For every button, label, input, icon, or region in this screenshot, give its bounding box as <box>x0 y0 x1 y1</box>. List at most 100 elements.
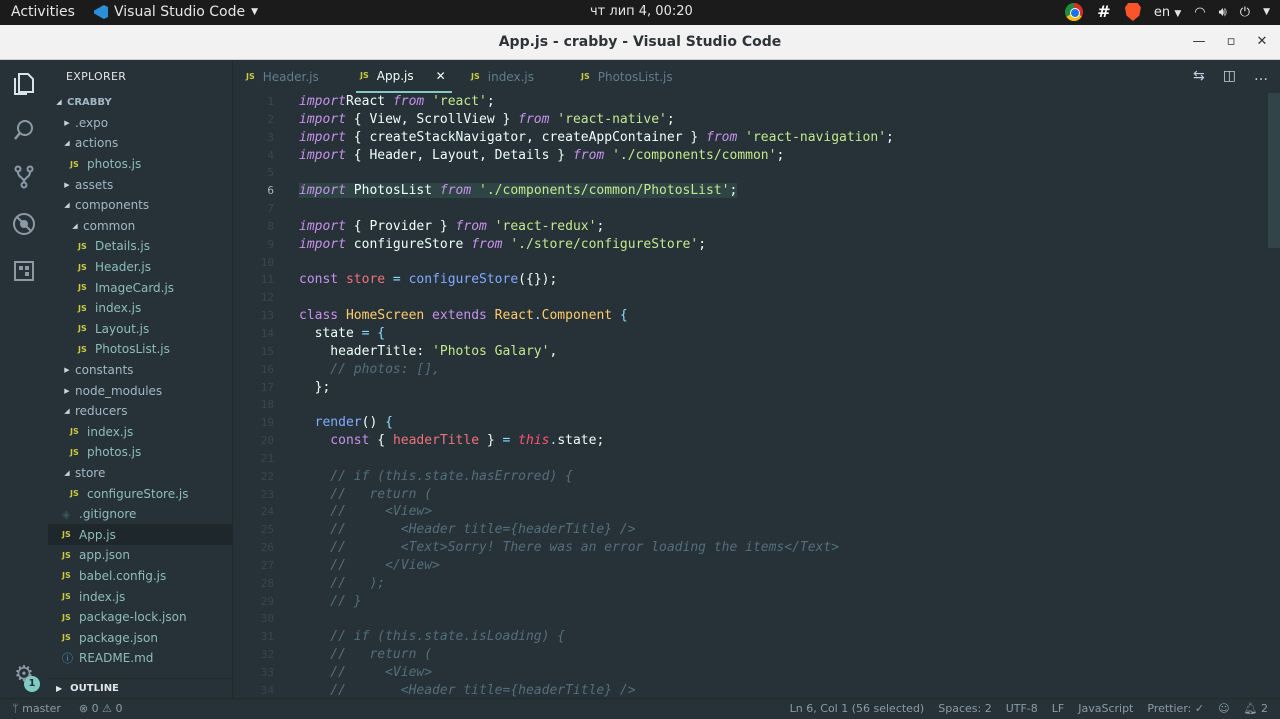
tree-item[interactable]: JS photos.js <box>48 154 233 175</box>
tree-item[interactable]: JS package-lock.json <box>48 607 233 628</box>
tree-item[interactable]: ▶ assets <box>48 174 233 195</box>
tree-item[interactable]: JS configureStore.js <box>48 483 233 504</box>
code-line[interactable]: headerTitle: 'Photos Galary', <box>299 343 1264 361</box>
tree-item[interactable]: ▶ node_modules <box>48 380 233 401</box>
tree-item[interactable]: ◢ CRABBY <box>48 92 233 113</box>
volume-icon[interactable]: 🔊︎ <box>1219 5 1227 20</box>
app-menu[interactable]: Visual Studio Code ▼ <box>94 4 258 20</box>
code-line[interactable]: const { headerTitle } = this.state; <box>299 432 1264 450</box>
code-line[interactable] <box>299 450 1264 468</box>
tree-item[interactable]: JS ImageCard.js <box>48 277 233 298</box>
tab-index-js[interactable]: JS index.js <box>471 60 534 93</box>
code-line[interactable]: import { Provider } from 'react-redux'; <box>299 218 1264 236</box>
clock[interactable]: чт лип 4, 00:20 <box>590 4 693 19</box>
tree-item[interactable]: JS Layout.js <box>48 319 233 340</box>
code-line[interactable]: // if (this.state.hasErrored) { <box>299 468 1264 486</box>
code-line[interactable]: import PhotosList from './components/com… <box>299 182 1264 200</box>
code-line[interactable]: import { createStackNavigator, createApp… <box>299 129 1264 147</box>
tree-item[interactable]: ◢ store <box>48 463 233 484</box>
code-line[interactable]: import { View, ScrollView } from 'react-… <box>299 111 1264 129</box>
cursor-position[interactable]: Ln 6, Col 1 (56 selected) <box>790 702 925 715</box>
code-line[interactable] <box>299 200 1264 218</box>
tree-item[interactable]: ⓘ README.md <box>48 648 233 669</box>
tree-item[interactable]: JS App.js <box>48 524 233 546</box>
code-content[interactable]: importReact from 'react'; import { View, … <box>299 93 1264 698</box>
split-editor-icon[interactable]: ◫ <box>1223 68 1236 84</box>
settings-gear-icon[interactable]: ⚙ 1 <box>0 650 48 698</box>
explorer-icon[interactable] <box>0 60 48 108</box>
power-icon[interactable]: ⏻ <box>1240 5 1250 20</box>
code-line[interactable]: // <Text>Sorry! There was an error loadi… <box>299 539 1264 557</box>
tab-header-js[interactable]: JS Header.js <box>246 60 319 93</box>
code-line[interactable] <box>299 610 1264 628</box>
code-line[interactable]: import { Header, Layout, Details } from … <box>299 147 1264 165</box>
tree-item[interactable]: JS babel.config.js <box>48 566 233 587</box>
tree-item[interactable]: JS PhotosList.js <box>48 339 233 360</box>
code-line[interactable]: render() { <box>299 414 1264 432</box>
tab-app-js[interactable]: JS App.js ✕ <box>356 60 452 93</box>
close-window-button[interactable]: ✕ <box>1253 33 1271 51</box>
code-line[interactable]: // </View> <box>299 557 1264 575</box>
brave-icon[interactable] <box>1124 3 1141 21</box>
problems-indicator[interactable]: ⊗ 0 ⚠ 0 <box>79 702 123 715</box>
tree-item[interactable]: JS Header.js <box>48 257 233 278</box>
compare-changes-icon[interactable]: ⇆ <box>1193 68 1205 84</box>
tree-item[interactable]: ◈ .gitignore <box>48 504 233 525</box>
code-line[interactable]: const store = configureStore({}); <box>299 271 1264 289</box>
chrome-icon[interactable] <box>1064 3 1083 21</box>
search-icon[interactable] <box>0 106 48 154</box>
code-line[interactable]: }; <box>299 379 1264 397</box>
code-line[interactable]: import configureStore from './store/conf… <box>299 236 1264 254</box>
extensions-icon[interactable] <box>0 247 48 295</box>
end-of-line[interactable]: LF <box>1052 702 1064 715</box>
activities-button[interactable]: Activities <box>11 4 75 20</box>
language-indicator[interactable]: en ▼ <box>1154 5 1181 20</box>
tree-item[interactable]: JS index.js <box>48 422 233 443</box>
code-line[interactable]: // return ( <box>299 486 1264 504</box>
code-line[interactable]: // return ( <box>299 646 1264 664</box>
code-line[interactable]: // <View> <box>299 664 1264 682</box>
tree-item[interactable]: ◢ actions <box>48 133 233 154</box>
tree-item[interactable]: JS index.js <box>48 298 233 319</box>
code-line[interactable]: // if (this.state.isLoading) { <box>299 628 1264 646</box>
outline-section[interactable]: ▶ OUTLINE <box>48 678 233 698</box>
code-editor[interactable]: 1 2 3 4 5 6 7 8 9 10 11 12 13 14 15 16 17 18 19 20 21 22 23 24 2… <box>234 93 1280 698</box>
prettier-status[interactable]: Prettier: ✓ <box>1147 702 1204 715</box>
chevron-down-icon[interactable]: ▼ <box>1263 7 1270 17</box>
more-actions-icon[interactable]: … <box>1254 68 1268 84</box>
notifications[interactable]: 🔔︎ 2 <box>1244 702 1268 715</box>
tree-item[interactable]: ◢ reducers <box>48 401 233 422</box>
code-line[interactable]: state = { <box>299 325 1264 343</box>
branch-indicator[interactable]: ᛘ master <box>12 702 61 715</box>
tree-item[interactable]: ◢ components <box>48 195 233 216</box>
tree-item[interactable]: JS app.json <box>48 545 233 566</box>
editor-scrollbar[interactable] <box>1268 93 1280 248</box>
source-control-icon[interactable] <box>0 153 48 201</box>
code-line[interactable]: importReact from 'react'; <box>299 93 1264 111</box>
minimize-button[interactable]: — <box>1190 33 1208 51</box>
debug-icon[interactable] <box>0 200 48 248</box>
slack-icon[interactable]: # <box>1096 4 1112 20</box>
tree-item[interactable]: JS index.js <box>48 586 233 607</box>
tree-item[interactable]: ▶ .expo <box>48 113 233 134</box>
code-line[interactable]: class HomeScreen extends React.Component… <box>299 307 1264 325</box>
wifi-icon[interactable]: ◠ <box>1194 5 1205 20</box>
tab-photoslist-js[interactable]: JS PhotosList.js <box>581 60 673 93</box>
close-tab-icon[interactable]: ✕ <box>436 69 446 83</box>
maximize-button[interactable]: ▫ <box>1222 33 1240 51</box>
language-mode[interactable]: JavaScript <box>1078 702 1133 715</box>
code-line[interactable]: // ); <box>299 575 1264 593</box>
code-line[interactable] <box>299 396 1264 414</box>
code-line[interactable] <box>299 164 1264 182</box>
code-line[interactable]: // photos: [], <box>299 361 1264 379</box>
tree-item[interactable]: ▶ constants <box>48 360 233 381</box>
encoding[interactable]: UTF-8 <box>1006 702 1038 715</box>
code-line[interactable]: // <Header title={headerTitle} /> <box>299 521 1264 539</box>
code-line[interactable]: // } <box>299 593 1264 611</box>
code-line[interactable] <box>299 254 1264 272</box>
feedback-smiley-icon[interactable]: ☺ <box>1218 702 1229 715</box>
tree-item[interactable]: JS package.json <box>48 627 233 648</box>
tree-item[interactable]: JS Details.js <box>48 236 233 257</box>
code-line[interactable]: // <View> <box>299 503 1264 521</box>
tree-item[interactable]: ◢ common <box>48 216 233 237</box>
